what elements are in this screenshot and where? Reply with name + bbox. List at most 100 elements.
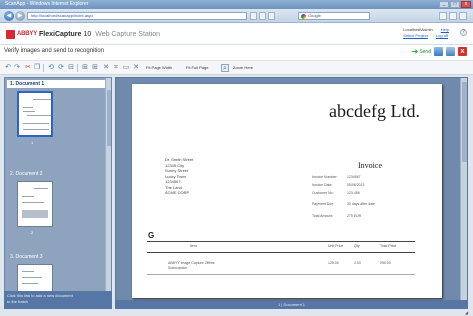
document-group[interactable]: 2. Document 2 — [7, 170, 107, 178]
address-line: Dr. Smith Street — [165, 157, 194, 162]
rotate-left-icon[interactable]: ⟲ — [47, 64, 55, 72]
split-icon[interactable]: ⊟ — [67, 64, 75, 72]
clear-icon[interactable]: ✕ — [132, 64, 140, 72]
search-placeholder: Google — [308, 13, 321, 18]
window-title: ScanApp - Windows Internet Explorer — [5, 1, 89, 7]
arrow-right-icon: ➜ — [411, 46, 419, 56]
field-value: 1234567 — [346, 175, 361, 179]
invoice-field: Total Amount: 275 EUR — [312, 214, 361, 218]
page-thumbnail[interactable] — [17, 181, 53, 227]
invoice-field: Customer No: 123-456 — [312, 191, 360, 195]
send-button[interactable]: ➜ Send — [411, 46, 431, 56]
image-viewer[interactable]: abcdefg Ltd. Dr. Smith Street 12345 City… — [115, 77, 468, 301]
scrollbar-thumb[interactable] — [462, 82, 467, 162]
page-number: 1 — [31, 140, 34, 145]
document-group[interactable]: 1. Document 1 — [7, 80, 107, 88]
table-header: Qty — [354, 244, 360, 248]
address-block: Dr. Smith Street 12345 City Sunny Street… — [165, 157, 193, 196]
thumb-line — [34, 188, 48, 189]
zoom-icon[interactable]: ⌕ — [221, 64, 229, 72]
minimize-button[interactable]: _ — [439, 1, 449, 8]
rotate-right-icon[interactable]: ⟳ — [57, 64, 65, 72]
company-name: abcdefg Ltd. — [329, 101, 420, 121]
copy-icon[interactable]: ❐ — [33, 64, 41, 72]
viewer-scrollbar[interactable] — [460, 78, 467, 300]
document-label[interactable]: 3. Document 3 — [7, 253, 107, 261]
delete-icon[interactable]: ✕ — [102, 64, 110, 72]
select-project-link[interactable]: Select Project — [403, 33, 428, 39]
address-controls — [250, 12, 275, 20]
zoom-here-button[interactable]: Zoom Here — [233, 65, 253, 71]
compat-icon[interactable] — [268, 12, 275, 20]
thumb-line — [23, 123, 49, 124]
instruction-text: Verify images and send to recognition — [4, 48, 105, 54]
thumb-block — [22, 210, 48, 218]
field-key: Total Amount: — [312, 214, 334, 218]
table-rule — [147, 274, 415, 275]
page-thumbnail[interactable] — [17, 91, 53, 137]
table-rule — [147, 252, 415, 253]
fit-width-button[interactable]: Fit Page Width — [146, 65, 172, 71]
merge-icon[interactable]: ⊞ — [81, 64, 89, 72]
table-header: Total Price — [380, 244, 397, 248]
search-input[interactable]: Google — [298, 12, 370, 20]
refresh-icon[interactable] — [250, 12, 257, 20]
abbyy-logo-icon — [6, 29, 15, 39]
document-group[interactable]: 3. Document 3 — [7, 253, 107, 261]
address-bar[interactable]: http://localhost/scanapp/index.aspx — [27, 12, 247, 20]
close-window-button[interactable]: x — [461, 1, 471, 8]
product-name: FlexiCapture — [39, 30, 82, 38]
favorites-icon[interactable] — [449, 12, 457, 20]
add-document-line2: to the batch — [7, 299, 28, 304]
deskew-icon[interactable]: ▭ — [122, 64, 130, 72]
thumb-line — [22, 196, 34, 197]
resize-grip-icon[interactable]: ◢ — [465, 310, 471, 315]
undo-icon[interactable]: ↶ — [4, 64, 12, 72]
field-value: 275 EUR — [346, 214, 362, 218]
thumb-line — [22, 202, 44, 203]
thumb-line — [23, 107, 33, 108]
thumb-line — [33, 99, 51, 100]
tools-icon[interactable] — [459, 12, 467, 20]
table-cell: ABBYY Image Capture Offline — [168, 261, 215, 265]
app-logo: ABBYY FlexiCapture 10 Web Capture Statio… — [6, 29, 160, 39]
scrollbar-thumb[interactable] — [107, 90, 111, 146]
field-key: Payment Due: — [312, 202, 335, 206]
table-cell: 250.00 — [380, 261, 391, 265]
document-label[interactable]: 1. Document 1 — [7, 80, 107, 88]
crop-icon[interactable]: ⌗ — [112, 64, 120, 72]
add-document-hint[interactable]: Click this link to add a new document to… — [4, 291, 112, 309]
thumb-line — [23, 129, 49, 130]
forward-button[interactable]: ▶ — [15, 11, 25, 21]
window-titlebar: ScanApp - Windows Internet Explorer _ □ … — [0, 0, 473, 9]
close-batch-button[interactable]: x — [458, 47, 467, 56]
thumb-line — [22, 271, 34, 272]
document-label[interactable]: 2. Document 2 — [7, 170, 107, 178]
thumbnails-scrollbar[interactable] — [105, 78, 111, 297]
help-icon[interactable]: ? — [460, 29, 467, 36]
header-links: Localhost\Admin Help Select Project Log … — [403, 27, 449, 39]
settings-icon[interactable] — [446, 47, 455, 56]
back-button[interactable]: ◀ — [4, 11, 14, 21]
page-icon[interactable]: ⊞ — [91, 64, 99, 72]
table-cell: 125.00 — [328, 261, 339, 265]
page-number: 2 — [31, 230, 34, 235]
table-rule — [147, 241, 415, 242]
stop-icon[interactable] — [259, 12, 266, 20]
table-header: Item — [190, 244, 197, 248]
redo-icon[interactable]: ↷ — [13, 64, 21, 72]
home-icon[interactable] — [439, 12, 447, 20]
fit-page-button[interactable]: Fit Full Page — [186, 65, 208, 71]
scan-icon[interactable] — [434, 47, 443, 56]
small-logo-mark: G — [148, 231, 155, 240]
invoice-field: Invoice Number: 1234567 — [312, 175, 361, 179]
google-icon — [301, 14, 306, 19]
field-key: Invoice Number: — [312, 175, 338, 179]
logout-link[interactable]: Log off — [436, 33, 448, 39]
document-page-image[interactable]: abcdefg Ltd. Dr. Smith Street 12345 City… — [132, 84, 442, 298]
instruction-actions: ➜ Send x — [412, 47, 467, 56]
maximize-button[interactable]: □ — [450, 1, 460, 8]
product-version: 10 — [83, 30, 92, 38]
image-toolbar: ↶ ↷ ✂ ❐ ⟲ ⟳ ⊟ ⊞ ⊞ ✕ ⌗ ▭ ✕ Fit Page Width… — [0, 61, 473, 75]
cut-icon[interactable]: ✂ — [24, 64, 32, 72]
